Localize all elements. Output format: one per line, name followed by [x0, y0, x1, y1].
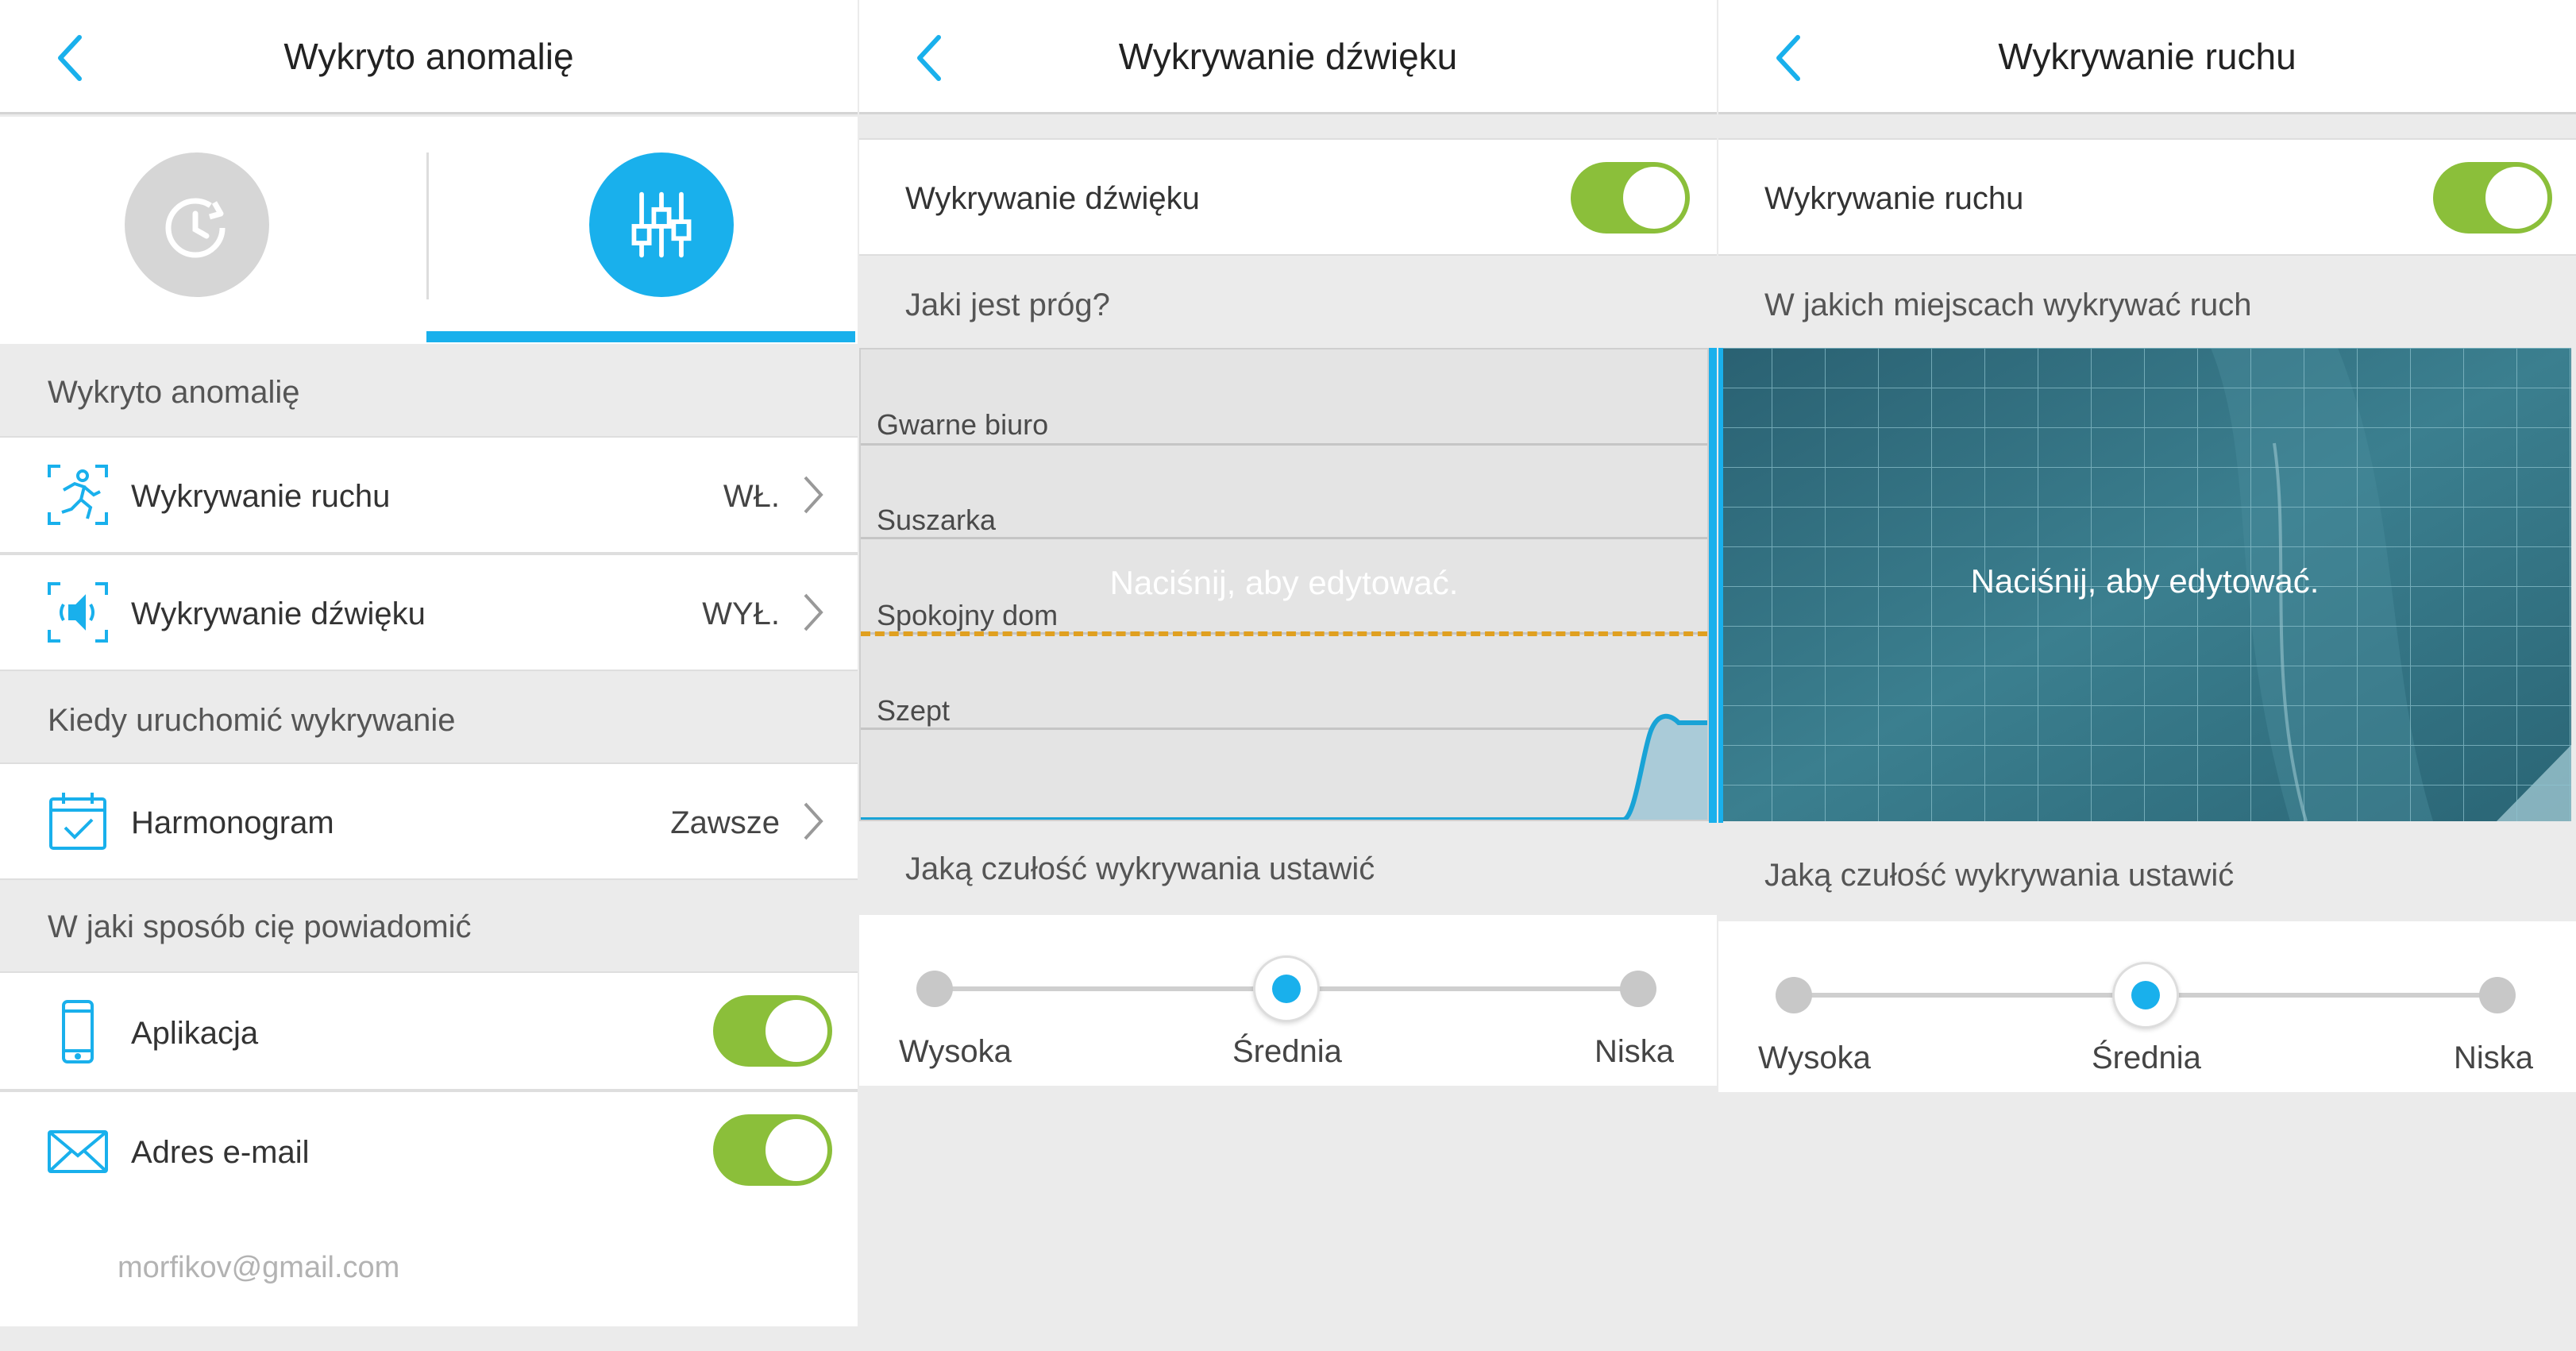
slider-thumb[interactable]	[1253, 955, 1320, 1022]
tab-active-indicator	[426, 331, 855, 342]
section-anomaly: Wykryto anomalię	[48, 375, 300, 410]
header: Wykrywanie dźwięku	[859, 0, 1717, 114]
motion-detection-panel: Wykrywanie ruchu Wykrywanie ruchu W jaki…	[1718, 0, 2576, 1351]
chevron-right-icon	[804, 593, 823, 631]
mail-icon	[48, 1130, 108, 1173]
sensitivity-label: Jaką czułość wykrywania ustawić	[1764, 858, 2235, 893]
areas-label: W jakich miejscach wykrywać ruch	[1764, 288, 2252, 322]
chevron-right-icon	[804, 476, 823, 514]
editor-edge-bar	[1718, 348, 1723, 823]
sensitivity-slider[interactable]: Wysoka Średnia Niska	[859, 915, 1717, 1086]
sound-threshold-chart[interactable]: Gwarne biuro Suszarka Spokojny dom Szept…	[859, 348, 1709, 821]
row-schedule[interactable]: Harmonogram Zawsze	[0, 762, 858, 880]
slider-stop-low[interactable]	[1620, 971, 1656, 1007]
row-email-notification: Adres e-mail	[0, 1090, 858, 1210]
sound-label: Wykrywanie dźwięku	[131, 596, 426, 631]
app-toggle[interactable]	[713, 995, 832, 1067]
header: Wykrywanie ruchu	[1718, 0, 2576, 114]
motion-value: WŁ.	[723, 479, 780, 514]
email-label: Adres e-mail	[131, 1135, 310, 1170]
motion-area-editor[interactable]: Naciśnij, aby edytować.	[1718, 348, 2571, 821]
sensitivity-slider[interactable]: Wysoka Średnia Niska	[1718, 921, 2576, 1092]
row-sound-detection[interactable]: Wykrywanie dźwięku WYŁ.	[0, 554, 858, 671]
option-medium: Średnia	[2092, 1040, 2201, 1075]
slider-stop-high[interactable]	[1776, 977, 1812, 1013]
row-motion-detection[interactable]: Wykrywanie ruchu WŁ.	[0, 436, 858, 554]
chevron-right-icon	[804, 802, 823, 840]
motion-toggle[interactable]	[2433, 162, 2552, 234]
history-icon	[165, 198, 226, 258]
sensitivity-label: Jaką czułość wykrywania ustawić	[905, 851, 1375, 886]
motion-label: Wykrywanie ruchu	[131, 479, 391, 514]
page-title: Wykrywanie ruchu	[1998, 36, 2296, 77]
section-notify: W jaki sposób cię powiadomić	[48, 909, 472, 944]
motion-icon	[48, 465, 108, 525]
option-low: Niska	[1595, 1034, 1675, 1069]
calendar-icon	[49, 793, 106, 850]
row-sound-toggle: Wykrywanie dźwięku	[859, 138, 1717, 256]
option-high: Wysoka	[899, 1034, 1012, 1069]
edit-hint: Naciśnij, aby edytować.	[1970, 562, 2320, 600]
slider-thumb[interactable]	[2112, 962, 2179, 1029]
sound-icon	[48, 582, 108, 643]
email-toggle[interactable]	[713, 1114, 832, 1186]
schedule-label: Harmonogram	[131, 805, 334, 840]
app-label: Aplikacja	[131, 1016, 259, 1051]
sliders-icon	[631, 191, 692, 258]
chart-edge-bar	[1709, 348, 1717, 823]
tab-settings[interactable]	[589, 152, 734, 297]
page-title: Wykrywanie dźwięku	[1118, 36, 1458, 77]
threshold-question: Jaki jest próg?	[905, 288, 1110, 322]
row-app-notification: Aplikacja	[0, 971, 858, 1090]
motion-toggle-label: Wykrywanie ruchu	[1764, 181, 2024, 216]
tab-divider	[426, 152, 429, 299]
schedule-value: Zawsze	[670, 805, 780, 840]
sound-toggle-label: Wykrywanie dźwięku	[905, 181, 1200, 216]
sound-detection-panel: Wykrywanie dźwięku Wykrywanie dźwięku Ja…	[859, 0, 1717, 1351]
phone-icon	[62, 1000, 94, 1063]
tab-bar	[0, 117, 858, 344]
option-high: Wysoka	[1758, 1040, 1871, 1075]
option-low: Niska	[2454, 1040, 2534, 1075]
email-address[interactable]: morfikov@gmail.com	[118, 1251, 399, 1285]
section-when: Kiedy uruchomić wykrywanie	[48, 703, 456, 738]
page-title: Wykryto anomalię	[283, 36, 574, 77]
slider-stop-low[interactable]	[2479, 977, 2516, 1013]
header: Wykryto anomalię	[0, 0, 858, 114]
tab-history[interactable]	[125, 152, 269, 297]
sound-toggle[interactable]	[1571, 162, 1690, 234]
slider-stop-high[interactable]	[916, 971, 953, 1007]
row-motion-toggle: Wykrywanie ruchu	[1718, 138, 2576, 256]
edit-hint: Naciśnij, aby edytować.	[1109, 564, 1459, 601]
anomaly-panel: Wykryto anomalię Wykryto anomalię Wykryw…	[0, 0, 858, 1351]
sound-value: WYŁ.	[702, 596, 780, 631]
option-medium: Średnia	[1232, 1034, 1342, 1069]
